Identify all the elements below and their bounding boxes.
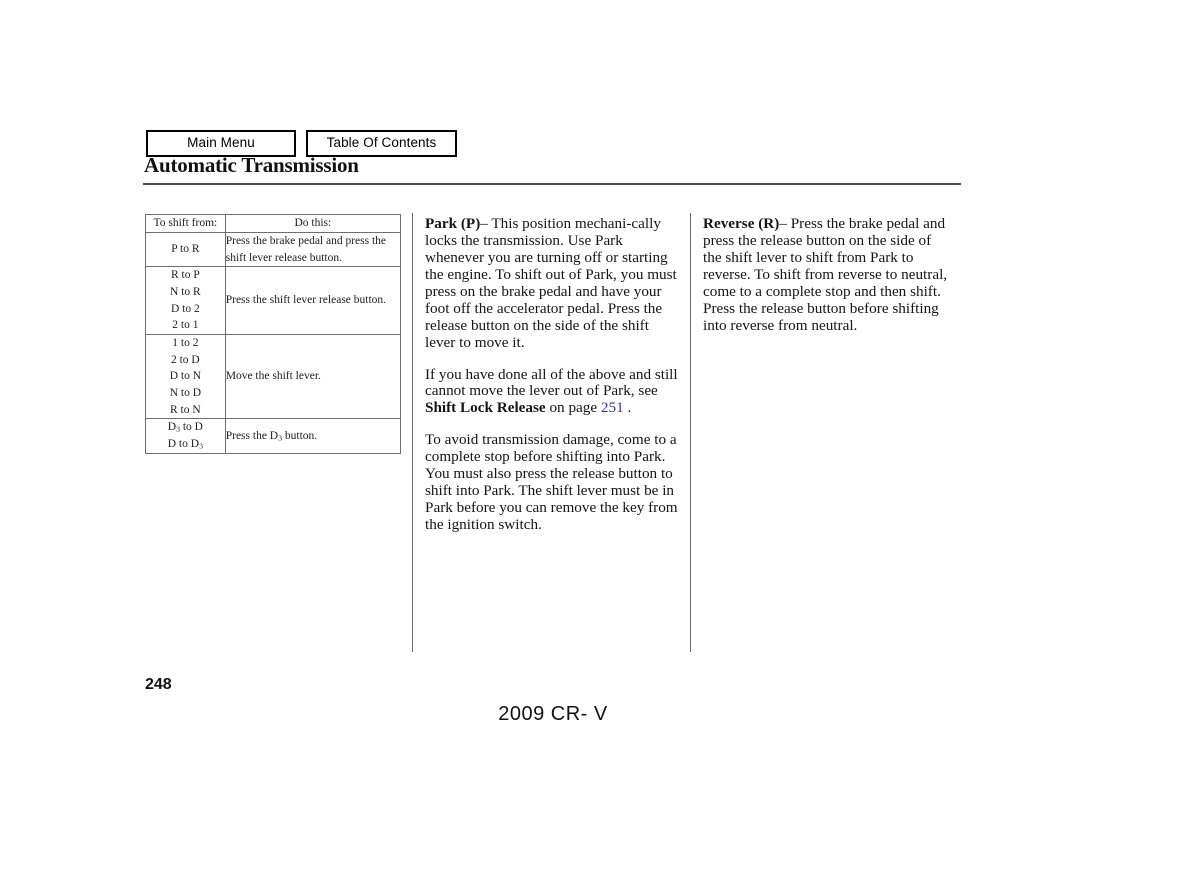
footer-model-name: 2009 CR- V	[498, 703, 608, 725]
table-cell-do: Press the D3 button.	[224, 418, 402, 454]
table-row: D3 to D D to D3 Press the D3 button.	[145, 418, 402, 454]
title-divider-rule	[143, 183, 961, 185]
right-text-column: Reverse (R)– Press the brake pedal and p…	[703, 215, 953, 335]
shift-pair: 2 to D	[170, 353, 200, 366]
shift-procedure-table: To shift from: Do this: P to R Press the…	[145, 214, 402, 454]
table-cell-from: R to P N to R D to 2 2 to 1	[145, 266, 226, 336]
middle-text-column: Park (P)– This position mechani-cally lo…	[425, 215, 683, 534]
table-cell-from: D3 to D D to D3	[145, 418, 226, 454]
manual-page: Main Menu Table Of Contents Automatic Tr…	[0, 0, 1200, 892]
shift-pair: D to D3	[167, 438, 203, 451]
shift-pair: N to R	[170, 286, 201, 299]
shift-pair: P to R	[171, 243, 200, 256]
table-cell-do: Press the shift lever release button.	[224, 266, 402, 336]
table-cell-do: Press the brake pedal and press the shif…	[224, 231, 402, 268]
table-header-row: To shift from: Do this:	[145, 214, 402, 233]
table-header-do: Do this:	[224, 214, 402, 233]
shift-pair: N to D	[169, 387, 202, 400]
shift-lock-mid: on page	[545, 399, 601, 417]
shift-pair: D3 to D	[167, 421, 203, 435]
shift-pair: R to N	[170, 403, 201, 416]
shift-lock-pre: If you have done all of the above and st…	[425, 365, 678, 400]
shift-pair: 1 to 2	[172, 337, 199, 350]
column-divider-left	[412, 213, 413, 652]
table-row: P to R Press the brake pedal and press t…	[145, 231, 402, 268]
table-row: 1 to 2 2 to D D to N N to D R to N Move …	[145, 334, 402, 420]
page-title: Automatic Transmission	[144, 153, 359, 177]
paragraph-transmission-damage: To avoid transmission damage, come to a …	[425, 431, 678, 533]
shift-lock-post: .	[623, 399, 632, 417]
park-body: This position mechani-cally locks the tr…	[425, 215, 677, 351]
column-divider-right	[690, 213, 691, 652]
em-dash: –	[480, 215, 488, 232]
em-dash: –	[779, 215, 787, 232]
park-heading: Park (P)	[425, 215, 481, 232]
shift-lock-release-reference: Shift Lock Release	[425, 399, 546, 417]
reverse-body: Press the brake pedal and press the rele…	[703, 215, 948, 334]
shift-pair: D to 2	[170, 302, 200, 315]
shift-pair: D to N	[169, 370, 202, 383]
table-header-from: To shift from:	[145, 214, 226, 233]
reverse-heading: Reverse (R)	[703, 215, 780, 232]
table-cell-from: P to R	[145, 231, 226, 268]
paragraph-shift-lock: If you have done all of the above and st…	[425, 365, 683, 418]
shift-pair: 2 to 1	[172, 319, 199, 332]
page-number: 248	[145, 676, 172, 693]
table-row: R to P N to R D to 2 2 to 1 Press the sh…	[145, 266, 402, 336]
table-cell-do: Move the shift lever.	[224, 334, 402, 420]
paragraph-reverse: Reverse (R)– Press the brake pedal and p…	[703, 215, 953, 335]
table-body: P to R Press the brake pedal and press t…	[145, 231, 402, 454]
table-cell-from: 1 to 2 2 to D D to N N to D R to N	[145, 334, 226, 420]
page-251-link[interactable]: 251	[601, 399, 624, 416]
paragraph-park: Park (P)– This position mechani-cally lo…	[425, 215, 683, 352]
shift-pair: R to P	[170, 269, 200, 282]
